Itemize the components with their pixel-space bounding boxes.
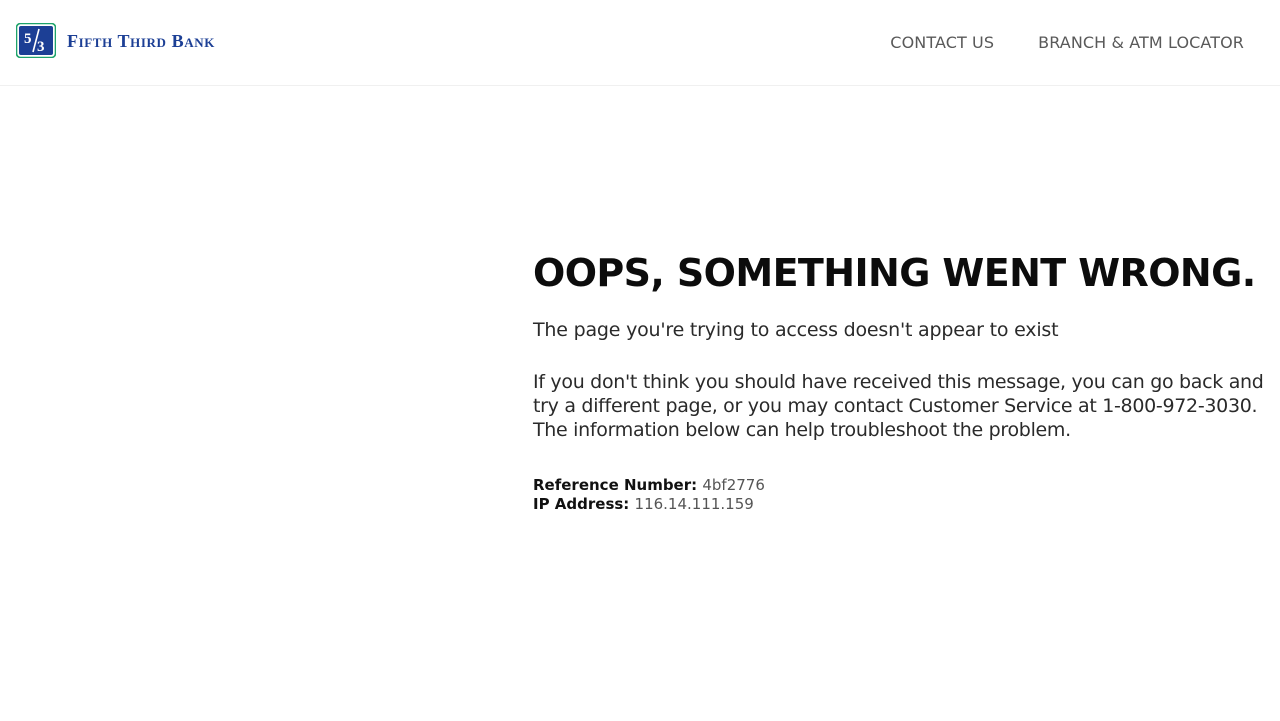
troubleshoot-info: Reference Number: 4bf2776 IP Address: 11…	[533, 476, 1273, 514]
ip-address-row: IP Address: 116.14.111.159	[533, 495, 1273, 514]
error-title: OOPS, SOMETHING WENT WRONG.	[533, 251, 1256, 295]
reference-number-value: 4bf2776	[702, 476, 765, 494]
reference-number-label: Reference Number:	[533, 476, 703, 494]
reference-number-row: Reference Number: 4bf2776	[533, 476, 1273, 495]
brand-logo-link[interactable]: 5 3 Fifth Third Bank	[16, 23, 215, 58]
brand-name: Fifth Third Bank	[67, 30, 215, 51]
svg-text:5: 5	[24, 31, 32, 47]
contact-us-link[interactable]: CONTACT US	[890, 33, 994, 52]
header-nav: CONTACT US BRANCH & ATM LOCATOR	[890, 33, 1244, 52]
branch-atm-locator-link[interactable]: BRANCH & ATM LOCATOR	[1038, 33, 1244, 52]
fifth-third-logo-icon: 5 3	[16, 23, 56, 58]
ip-address-value: 116.14.111.159	[634, 495, 754, 513]
svg-text:3: 3	[37, 39, 45, 55]
site-header: 5 3 Fifth Third Bank CONTACT US BRANCH &…	[0, 0, 1280, 86]
ip-address-label: IP Address:	[533, 495, 635, 513]
error-subtitle: The page you're trying to access doesn't…	[533, 319, 1059, 341]
error-message: If you don't think you should have recei…	[533, 371, 1264, 441]
error-content: OOPS, SOMETHING WENT WRONG. The page you…	[533, 248, 1273, 514]
